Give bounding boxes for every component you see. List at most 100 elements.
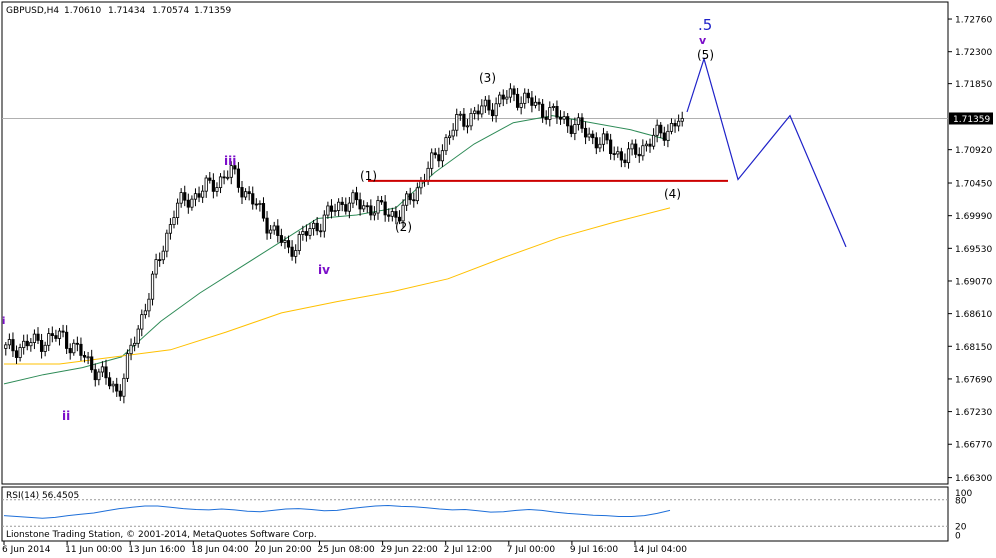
candle-bear (118, 390, 122, 397)
candle-bull (601, 133, 606, 145)
candle-bear (462, 113, 466, 127)
candle-bear (433, 152, 437, 156)
candle-bear (240, 187, 244, 198)
candle-bull (193, 193, 198, 200)
candle-bull (451, 129, 455, 137)
price-tick-label: 1.70450 (955, 180, 992, 190)
time-tick-label: 18 Jun 04:00 (191, 545, 248, 555)
candle-bull (150, 273, 155, 300)
candle-bull (573, 124, 577, 134)
wave-label: (1) (360, 169, 377, 183)
candle-bear (115, 383, 119, 392)
candle-bull (372, 212, 377, 216)
candle-bull (283, 240, 287, 243)
copyright-text: Lionstone Trading Station, © 2001-2014, … (6, 530, 317, 540)
candle-bear (591, 133, 595, 139)
candle-bear (11, 339, 15, 352)
candle-bear (319, 230, 323, 233)
candle-bull (294, 250, 298, 257)
candle-bull (362, 205, 366, 210)
candle-bull (32, 333, 37, 343)
candle-bull (125, 353, 130, 379)
candle-bear (530, 97, 534, 106)
candle-bear (107, 377, 112, 387)
candle-bull (136, 328, 140, 344)
candle-bear (279, 235, 283, 243)
candle-bull (140, 314, 144, 330)
candle-bull (465, 125, 470, 128)
candle-bear (379, 200, 384, 203)
wave-label: (5) (697, 48, 714, 62)
candle-bear (54, 335, 58, 339)
candle-bear (93, 369, 97, 381)
candle-bull (401, 204, 405, 222)
candle-bear (25, 340, 29, 347)
candle-bear (623, 159, 627, 164)
candle-bear (673, 122, 677, 127)
price-tick-label: 1.67230 (955, 408, 992, 418)
candle-bull (505, 96, 509, 100)
candle-bull (308, 228, 312, 236)
candle-bull (301, 231, 305, 235)
time-tick-label: 13 Jun 16:00 (128, 545, 185, 555)
wave-label: iii (224, 154, 236, 168)
candle-bear (354, 192, 359, 201)
candle-bull (666, 130, 670, 141)
candle-bear (236, 168, 241, 188)
candle-bull (447, 135, 452, 139)
candle-bear (79, 343, 83, 356)
candle-bear (61, 330, 65, 333)
candle-bear (662, 132, 666, 141)
candle-bear (605, 133, 609, 141)
candle-bear (487, 99, 491, 111)
candle-bear (566, 116, 570, 127)
candle-bear (14, 350, 19, 358)
wave-label: i (2, 316, 5, 327)
candle-bull (376, 200, 380, 214)
candle-bull (4, 344, 8, 349)
candle-bear (515, 93, 520, 108)
time-tick-label: 20 Jun 20:00 (254, 545, 311, 555)
candle-bull (322, 214, 326, 232)
candle-bull (655, 124, 659, 136)
candle-bear (329, 205, 334, 212)
wave-label: ii (62, 409, 70, 423)
candle-bear (183, 192, 187, 201)
candle-bull (272, 225, 276, 231)
candle-bear (68, 348, 72, 354)
candle-bear (634, 143, 638, 155)
candle-bear (609, 139, 613, 154)
candle-bear (104, 366, 108, 379)
candle-bull (258, 203, 262, 205)
candle-bear (558, 116, 563, 120)
wave-label: .5 (698, 16, 712, 34)
candle-bear (648, 143, 652, 147)
candle-bull (551, 105, 555, 108)
candle-bull (297, 234, 301, 251)
candle-bear (580, 117, 584, 129)
candle-bull (415, 187, 419, 202)
time-tick-label: 14 Jul 04:00 (633, 545, 687, 555)
candle-bull (498, 94, 502, 105)
candle-bear (286, 240, 291, 248)
price-tick-label: 1.69990 (955, 212, 992, 222)
price-tick-label: 1.72760 (955, 16, 992, 26)
time-tick-label: 25 Jun 08:00 (318, 545, 375, 555)
candle-bull (644, 143, 649, 147)
candle-bull (7, 339, 11, 346)
price-tick-label: 1.70920 (955, 146, 992, 156)
candle-bear (276, 225, 280, 236)
candle-bull (405, 193, 409, 206)
candle-bull (562, 116, 566, 120)
candle-bear (36, 333, 40, 341)
candle-bear (75, 342, 79, 345)
candle-bear (369, 205, 373, 216)
candle-bull (122, 377, 126, 397)
candle-bull (347, 202, 351, 212)
candle-bear (290, 246, 294, 257)
candle-bear (197, 193, 201, 198)
rsi-level-label: 80 (955, 496, 967, 506)
candle-bear (82, 355, 87, 358)
ohlc-close: 1.71359 (194, 6, 231, 16)
candle-bear (476, 110, 480, 115)
